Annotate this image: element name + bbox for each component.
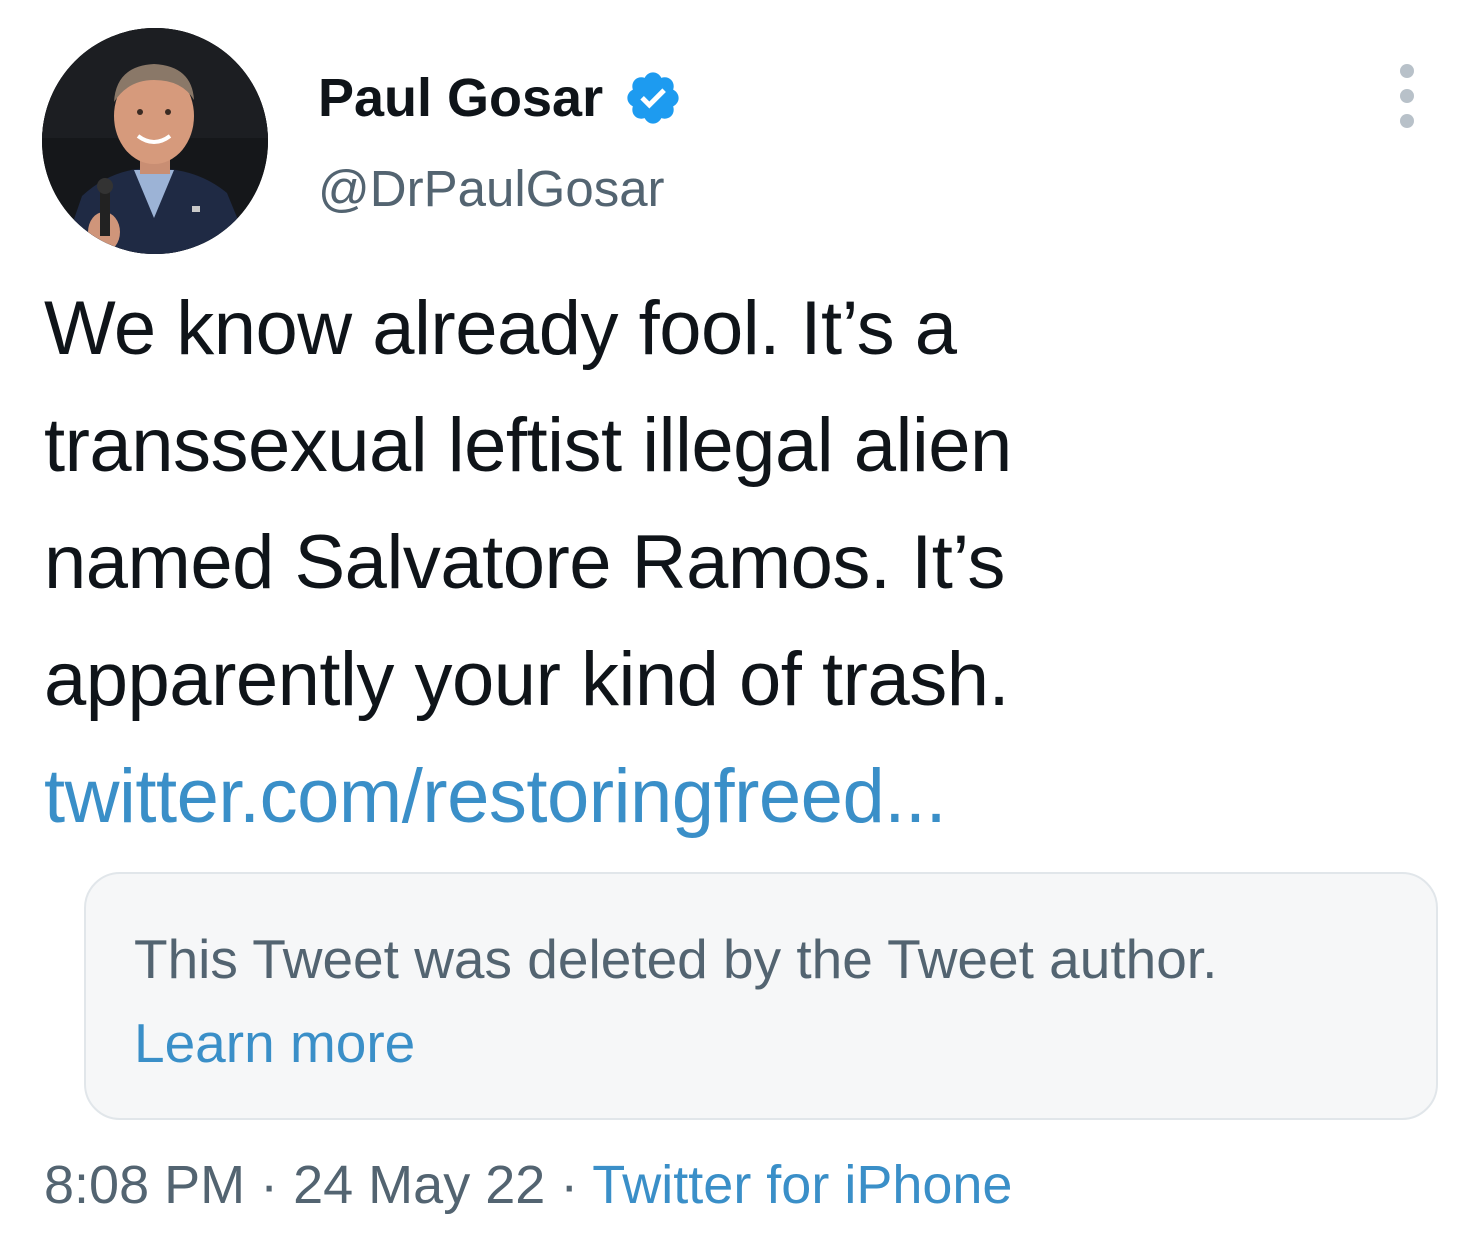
tweet-time[interactable]: 8:08 PM <box>44 1155 245 1215</box>
deleted-tweet-message: This Tweet was deleted by the Tweet auth… <box>134 928 1218 990</box>
tweet-text-line: named Salvatore Ramos. It’s <box>44 520 1005 605</box>
tweet-text-line: transsexual leftist illegal alien <box>44 403 1012 488</box>
tweet-metadata: 8:08 PM · 24 May 22 · Twitter for iPhone <box>44 1152 1012 1218</box>
tweet: Paul Gosar @DrPaulGosar We know already … <box>0 0 1464 1242</box>
tweet-text-line: We know already fool. It’s a <box>44 286 957 371</box>
tweet-date[interactable]: 24 May 22 <box>293 1155 545 1215</box>
more-options-icon[interactable] <box>1390 64 1424 128</box>
meta-separator: · <box>245 1155 294 1215</box>
author-display-name[interactable]: Paul Gosar <box>318 66 603 130</box>
author-name-row[interactable]: Paul Gosar <box>318 66 683 130</box>
tweet-text: We know already fool. It’s a transsexual… <box>44 270 1424 855</box>
meta-separator: · <box>545 1155 593 1215</box>
tweet-text-line: apparently your kind of trash. <box>44 637 1010 722</box>
tweet-source[interactable]: Twitter for iPhone <box>592 1155 1012 1215</box>
more-dot <box>1400 114 1414 128</box>
more-dot <box>1400 64 1414 78</box>
avatar-photo <box>42 28 268 254</box>
author-handle[interactable]: @DrPaulGosar <box>318 158 665 220</box>
avatar[interactable] <box>42 28 268 254</box>
more-dot <box>1400 89 1414 103</box>
learn-more-link[interactable]: Learn more <box>134 1010 415 1076</box>
verified-badge-icon <box>623 68 683 128</box>
tweet-link[interactable]: twitter.com/restoringfreed... <box>44 738 1424 855</box>
quoted-tweet-card[interactable]: This Tweet was deleted by the Tweet auth… <box>84 872 1438 1120</box>
